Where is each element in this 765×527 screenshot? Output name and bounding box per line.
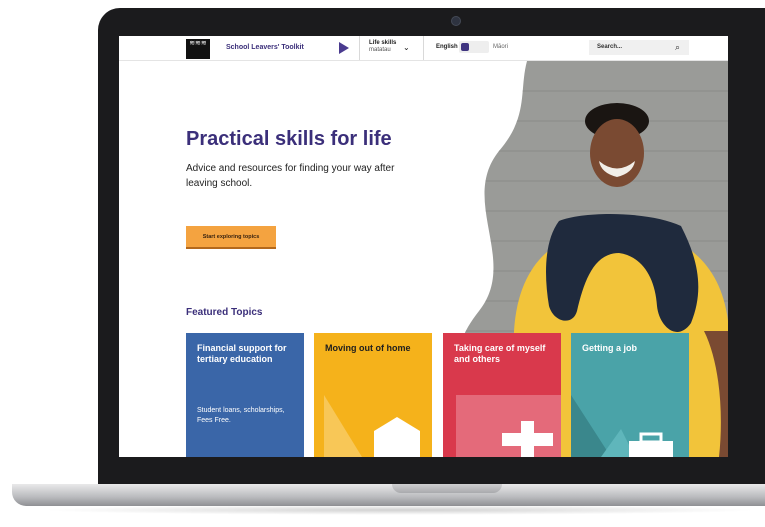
logo-icon[interactable]: ≋≋≋ (186, 39, 210, 59)
play-icon[interactable] (339, 42, 349, 54)
house-icon (324, 395, 420, 457)
briefcase-icon (571, 395, 673, 457)
topic-card-moving[interactable]: Moving out of home (314, 333, 432, 457)
topic-card-financial[interactable]: Financial support for tertiary education… (186, 333, 304, 457)
toggle-knob (461, 43, 469, 51)
site-title[interactable]: School Leavers' Toolkit (226, 44, 304, 51)
laptop-notch (392, 484, 502, 493)
laptop-base (12, 484, 765, 506)
card-title: Financial support for tertiary education (197, 343, 287, 364)
life-skills-menu[interactable]: Life skills matatau (369, 40, 396, 54)
nav-divider (359, 36, 360, 60)
logo-text: ≋≋≋ (189, 40, 207, 47)
life-skills-label: Life skills (369, 40, 397, 46)
laptop-shadow (40, 505, 760, 515)
topic-card-care[interactable]: Taking care of myself and others (443, 333, 561, 457)
lang-maori[interactable]: Māori (493, 44, 508, 50)
browser-screen: ≋≋≋ School Leavers' Toolkit Life skills … (119, 36, 728, 457)
search-icon[interactable]: ⌕ (675, 42, 680, 53)
top-nav: ≋≋≋ School Leavers' Toolkit Life skills … (119, 36, 728, 61)
life-skills-sub: matatau (369, 47, 391, 53)
hero-title: Practical skills for life (186, 128, 392, 150)
search-placeholder: Search... (597, 44, 623, 50)
card-description: Student loans, scholarships, Fees Free. (197, 407, 285, 424)
hero-subtitle: Advice and resources for finding your wa… (186, 163, 395, 189)
start-exploring-button[interactable]: Start exploring topics (186, 226, 276, 249)
camera-icon (451, 16, 461, 26)
language-toggle[interactable] (459, 41, 489, 53)
nav-divider (423, 36, 424, 60)
plus-icon (456, 395, 561, 457)
lang-english[interactable]: English (436, 44, 458, 50)
chevron-down-icon[interactable]: ⌄ (403, 43, 410, 52)
topic-card-job[interactable]: Getting a job (571, 333, 689, 457)
search-input[interactable]: Search... ⌕ (589, 40, 689, 55)
featured-topics-heading: Featured Topics (186, 307, 263, 318)
